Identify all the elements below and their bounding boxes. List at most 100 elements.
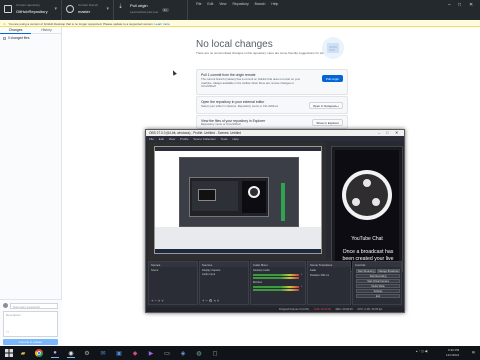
- commit-button[interactable]: Commit to master: [3, 339, 58, 345]
- photos-icon[interactable]: ◆: [130, 348, 140, 358]
- changed-files-count: 0 changed files: [8, 36, 30, 40]
- desktop-screen: Current repository GitHubRepository ▾ Cu…: [0, 0, 480, 360]
- chat-title: YouTube Chat: [351, 236, 383, 242]
- mail-icon[interactable]: ✉: [98, 348, 108, 358]
- windows-taskbar: ▰ ● ◉ ⚙ ✉ ▣ ◆ ▶ ▭ ◈ ◍ ◻ ▴ ◔ ◫ ◀) 6:30 PM…: [0, 346, 480, 360]
- maximize-icon[interactable]: □: [458, 2, 461, 8]
- repository-name: GitHubRepository: [16, 9, 48, 14]
- update-notice-banner: ⚠ You are using a version of GitHub Desk…: [0, 20, 480, 27]
- pull-suggestion-card: Pull 1 commit from the origin remote The…: [196, 69, 348, 95]
- notice-link[interactable]: Learn more: [154, 22, 169, 26]
- branch-name: master: [78, 9, 91, 14]
- scene-item[interactable]: Scene: [151, 269, 158, 272]
- transition-duration[interactable]: Duration 300 ms: [310, 274, 329, 277]
- store-icon[interactable]: ▣: [114, 348, 124, 358]
- menu-file[interactable]: File: [149, 137, 154, 141]
- source-item[interactable]: Audio Input: [202, 273, 215, 276]
- obs-window-title: OBS 27.0.0 (64-bit, windows) - Profile: …: [149, 131, 241, 135]
- pull-origin-card-button[interactable]: Pull origin: [321, 75, 343, 82]
- obs-icon[interactable]: ◉: [66, 348, 76, 358]
- start-virtual-camera-button[interactable]: Start Virtual Camera: [356, 279, 400, 283]
- current-repository-selector[interactable]: Current repository GitHubRepository ▾: [0, 0, 62, 20]
- transition-select[interactable]: Fade: [310, 269, 316, 272]
- settings-icon[interactable]: ⚙: [82, 348, 92, 358]
- mixer-track-label: Mic/Aux: [253, 281, 263, 284]
- chrome-icon[interactable]: [34, 348, 44, 358]
- notification-icon[interactable]: ▤: [472, 350, 475, 354]
- nested-preview-area: [192, 181, 238, 211]
- tab-history[interactable]: History: [31, 28, 62, 32]
- minimize-icon[interactable]: –: [448, 2, 451, 8]
- windows-logo-icon[interactable]: [4, 348, 14, 358]
- exit-button[interactable]: Exit: [356, 294, 400, 298]
- menu-branch[interactable]: Branch: [255, 2, 266, 6]
- captured-scrollbar: [281, 183, 285, 221]
- menu-help[interactable]: Help: [271, 2, 278, 6]
- pull-arrow-icon: ⇣: [118, 4, 124, 10]
- media-icon[interactable]: ▶: [146, 348, 156, 358]
- captured-toolbar: [155, 147, 321, 151]
- terminal-icon[interactable]: ▭: [162, 348, 172, 358]
- menu-view[interactable]: View: [219, 2, 226, 6]
- clock-time[interactable]: 6:30 PM: [448, 348, 459, 352]
- menu-tools[interactable]: Tools: [221, 137, 228, 141]
- source-item[interactable]: Display Capture: [202, 269, 220, 272]
- pull-origin-label: Pull origin: [130, 3, 148, 8]
- menu-edit[interactable]: Edit: [159, 137, 164, 141]
- menu-profile[interactable]: Profile: [180, 137, 189, 141]
- open-in-editor-button[interactable]: Open in Notepad++: [308, 102, 343, 109]
- avatar: [3, 303, 8, 308]
- file-explorer-icon[interactable]: ▰: [18, 348, 28, 358]
- obs-preview-canvas[interactable]: [148, 142, 326, 260]
- controls-dock: Controls Start Streaming Manage Broadcas…: [352, 261, 402, 305]
- pull-origin-button[interactable]: ⇣ Pull origin Last fetched just now 1↓: [114, 0, 188, 20]
- app-icon[interactable]: ◍: [194, 348, 204, 358]
- close-icon[interactable]: ✕: [395, 130, 398, 135]
- app-icon[interactable]: ◻: [210, 348, 220, 358]
- start-recording-button[interactable]: Start Recording: [356, 274, 400, 278]
- start-streaming-button[interactable]: Start Streaming: [356, 269, 376, 273]
- speaker-icon[interactable]: ♪: [301, 285, 302, 288]
- mouse-cursor-icon: [171, 69, 177, 76]
- current-branch-selector[interactable]: Current branch master ▾: [62, 0, 114, 20]
- editor-suggestion-card: Open the repository in your external edi…: [196, 96, 348, 114]
- settings-button[interactable]: Settings: [356, 289, 400, 293]
- minimize-icon[interactable]: –: [378, 130, 380, 135]
- menu-file[interactable]: File: [196, 2, 201, 6]
- tab-changes[interactable]: Changes: [0, 28, 31, 34]
- chat-background: YouTube Chat Once a broadcast has been c…: [335, 150, 399, 268]
- manage-broadcast-button[interactable]: Manage Broadcast: [377, 269, 400, 273]
- card-text: Select your editor in Options. Repositor…: [201, 104, 278, 108]
- commit-summary-input[interactable]: Summary (required): [10, 303, 58, 309]
- chevron-down-icon: ▾: [106, 6, 109, 12]
- menu-edit[interactable]: Edit: [207, 2, 213, 6]
- scene-controls[interactable]: + − ˄ ˅: [151, 298, 164, 303]
- clock-date[interactable]: 12/1/2021: [446, 353, 459, 357]
- repository-label: Current repository: [16, 3, 41, 7]
- system-tray-icons[interactable]: ▴ ◔ ◫ ◀): [416, 349, 428, 353]
- add-coauthor-icon[interactable]: ⚇: [6, 330, 9, 334]
- menu-scene-collection[interactable]: Scene Collection: [193, 137, 216, 141]
- cpu-fps-text: CPU: 2.4%, 30.00 fps: [357, 308, 383, 311]
- obs-logo-icon: [342, 170, 392, 220]
- page-title: No local changes: [196, 39, 273, 50]
- show-in-explorer-button[interactable]: Show in Explorer: [312, 119, 343, 126]
- source-controls[interactable]: + − ⚙ ˄ ˅: [202, 298, 219, 303]
- close-icon[interactable]: ✕: [469, 2, 473, 8]
- studio-mode-button[interactable]: Studio Mode: [356, 284, 400, 288]
- select-all-checkbox[interactable]: [3, 36, 6, 40]
- commit-description-input[interactable]: Description ⚇: [3, 311, 58, 337]
- rec-timer: REC: 00:00:00: [335, 308, 353, 311]
- menu-repository[interactable]: Repository: [232, 2, 248, 6]
- card-text: The current branch (master) has a commit…: [201, 77, 301, 89]
- menu-help[interactable]: Help: [233, 137, 239, 141]
- explorer-suggestion-card: View the files of your repository in Exp…: [196, 115, 348, 129]
- youtube-chat-dock: YouTube Chat Once a broadcast has been c…: [331, 146, 403, 272]
- menu-view[interactable]: View: [169, 137, 175, 141]
- warning-icon: ⚠: [3, 22, 6, 26]
- app-icon[interactable]: ◈: [178, 348, 188, 358]
- speaker-icon[interactable]: ♪: [301, 273, 302, 276]
- maximize-icon[interactable]: □: [386, 130, 388, 135]
- menu-bar: File Edit View Repository Branch Help: [196, 2, 283, 6]
- github-desktop-icon[interactable]: ●: [50, 348, 60, 358]
